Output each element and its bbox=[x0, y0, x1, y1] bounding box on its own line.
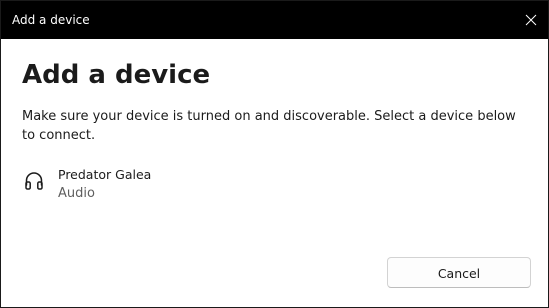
dialog-heading: Add a device bbox=[22, 60, 211, 90]
window-title: Add a device bbox=[12, 13, 90, 27]
device-name: Predator Galea bbox=[58, 167, 152, 182]
headphones-icon bbox=[22, 168, 46, 192]
close-button[interactable] bbox=[514, 1, 548, 39]
add-device-window: Add a device Add a device Make sure your… bbox=[0, 0, 549, 308]
device-type: Audio bbox=[58, 186, 95, 201]
close-icon bbox=[525, 14, 537, 26]
cancel-button[interactable]: Cancel bbox=[387, 257, 531, 288]
device-list-item[interactable]: Predator Galea Audio bbox=[17, 163, 317, 207]
title-bar: Add a device bbox=[1, 1, 548, 39]
dialog-description: Make sure your device is turned on and d… bbox=[22, 109, 516, 143]
